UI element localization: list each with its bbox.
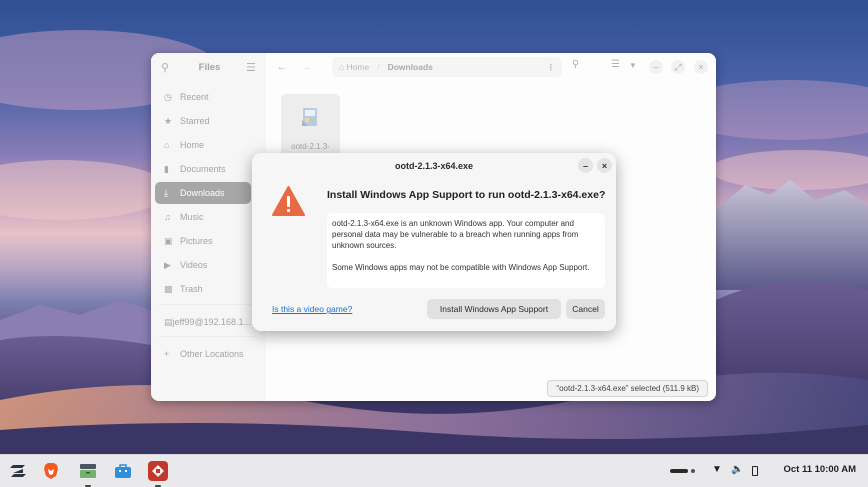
- sidebar-item-pictures[interactable]: ▣ Pictures: [155, 230, 251, 252]
- sidebar-item-label: Other Locations: [180, 349, 244, 359]
- picture-icon: ▣: [164, 235, 173, 246]
- maximize-icon[interactable]: ⤢: [671, 60, 685, 74]
- battery-icon[interactable]: [752, 466, 758, 476]
- video-game-link[interactable]: Is this a video game?: [272, 304, 352, 314]
- trash-icon: ▩: [164, 283, 173, 294]
- sidebar-divider: [159, 336, 255, 337]
- taskbar: ▼ 🔈 Oct 11 10:00 AM: [0, 454, 868, 487]
- status-bar: “ootd-2.1.3-x64.exe” selected (511.9 kB): [547, 380, 708, 397]
- download-icon: ⤓: [164, 187, 168, 198]
- file-name: ootd-2.1.3-: [291, 142, 330, 151]
- dialog-message-paragraph: ootd-2.1.3-x64.exe is an unknown Windows…: [332, 219, 579, 250]
- close-icon[interactable]: ×: [597, 158, 612, 173]
- sidebar-item-downloads[interactable]: ⤓ Downloads: [155, 182, 251, 204]
- volume-icon[interactable]: 🔈: [731, 464, 743, 475]
- sidebar-item-recent[interactable]: ◷ Recent: [155, 86, 251, 108]
- plus-icon: +: [164, 349, 170, 359]
- star-icon: ★: [164, 115, 173, 126]
- sidebar-item-label: Recent: [180, 92, 209, 102]
- sidebar-item-label: jeff99@192.168.1...: [172, 317, 252, 327]
- network-drive-icon: ▤: [164, 316, 173, 327]
- software-store-icon[interactable]: [113, 461, 133, 481]
- search-folder-icon[interactable]: ⚲: [572, 59, 579, 70]
- path-home[interactable]: Home: [347, 62, 370, 72]
- exe-file-icon: [302, 108, 317, 126]
- file-cabinet-logo: [80, 464, 96, 478]
- files-header: ← → ⌂ Home / Downloads ⋮ ⚲ ☰ ▼ – ⤢ ×: [266, 53, 716, 81]
- sidebar-item-label: Home: [180, 140, 205, 150]
- view-list-icon[interactable]: ☰: [611, 59, 620, 70]
- zorin-menu-icon[interactable]: [8, 461, 28, 481]
- path-current[interactable]: Downloads: [388, 62, 433, 72]
- sidebar-item-label: Videos: [180, 260, 208, 270]
- dialog-message-box: ootd-2.1.3-x64.exe is an unknown Windows…: [327, 213, 605, 288]
- dialog-message-paragraph: Some Windows apps may not be compatible …: [332, 263, 590, 272]
- close-icon[interactable]: ×: [694, 60, 708, 74]
- path-bar[interactable]: ⌂ Home / Downloads ⋮: [332, 57, 562, 77]
- zorin-logo: [10, 465, 26, 477]
- sidebar-item-label: Pictures: [180, 236, 213, 246]
- dialog-title: ootd-2.1.3-x64.exe: [394, 161, 474, 171]
- sidebar-title: Files: [198, 61, 221, 73]
- sidebar-item-home[interactable]: ⌂ Home: [155, 134, 251, 156]
- minimize-icon[interactable]: –: [578, 158, 593, 173]
- sidebar-item-label: Music: [180, 212, 204, 222]
- sidebar-divider: [159, 304, 255, 305]
- clock-icon: ◷: [164, 91, 172, 102]
- sidebar-item-label: Trash: [180, 284, 203, 294]
- minimize-icon[interactable]: –: [649, 60, 663, 74]
- back-arrow-icon[interactable]: ←: [274, 61, 290, 73]
- sidebar-item-label: Starred: [180, 116, 210, 126]
- chevron-down-icon[interactable]: ▼: [629, 61, 637, 70]
- sidebar-item-starred[interactable]: ★ Starred: [155, 110, 251, 132]
- workspace-dot[interactable]: [691, 469, 695, 473]
- video-icon: ▶: [164, 259, 171, 270]
- search-icon[interactable]: ⚲: [161, 61, 177, 74]
- dialog-heading: Install Windows App Support to run ootd-…: [327, 189, 606, 201]
- wine-app-logo: [152, 465, 164, 477]
- sidebar-item-music[interactable]: ♫ Music: [155, 206, 251, 228]
- path-separator: /: [377, 62, 380, 72]
- sidebar-item-other-locations[interactable]: + Other Locations: [155, 343, 251, 365]
- warning-icon: [272, 186, 305, 216]
- sidebar-item-trash[interactable]: ▩ Trash: [155, 278, 251, 300]
- workspace-indicator[interactable]: [670, 469, 688, 473]
- wifi-icon[interactable]: ▼: [712, 464, 722, 475]
- sidebar-item-documents[interactable]: ▮ Documents: [155, 158, 251, 180]
- sidebar-item-label: Documents: [180, 164, 226, 174]
- forward-arrow-icon[interactable]: →: [298, 61, 314, 73]
- windows-app-icon[interactable]: [148, 461, 168, 481]
- files-icon[interactable]: [78, 461, 98, 481]
- home-icon: ⌂: [164, 140, 170, 150]
- files-sidebar: ⚲ Files ☰ ◷ Recent ★ Starred ⌂ Home ▮ Do…: [151, 53, 266, 401]
- sidebar-item-label: Downloads: [180, 188, 225, 198]
- cancel-button[interactable]: Cancel: [566, 299, 605, 319]
- brave-lion-logo: [44, 463, 58, 479]
- install-button[interactable]: Install Windows App Support: [427, 299, 561, 319]
- path-menu-icon[interactable]: ⋮: [547, 62, 556, 73]
- sidebar-header: ⚲ Files ☰: [151, 53, 266, 81]
- music-icon: ♫: [164, 212, 171, 222]
- store-bag-logo: [115, 464, 131, 478]
- clock[interactable]: Oct 11 10:00 AM: [783, 464, 856, 475]
- home-icon: ⌂: [339, 62, 347, 72]
- document-icon: ▮: [164, 163, 169, 174]
- sidebar-item-videos[interactable]: ▶ Videos: [155, 254, 251, 276]
- sidebar-item-network[interactable]: ▤ jeff99@192.168.1...: [155, 311, 251, 333]
- install-dialog: ootd-2.1.3-x64.exe – × Install Windows A…: [252, 153, 616, 331]
- hamburger-menu-icon[interactable]: ☰: [242, 61, 256, 74]
- brave-browser-icon[interactable]: [41, 461, 61, 481]
